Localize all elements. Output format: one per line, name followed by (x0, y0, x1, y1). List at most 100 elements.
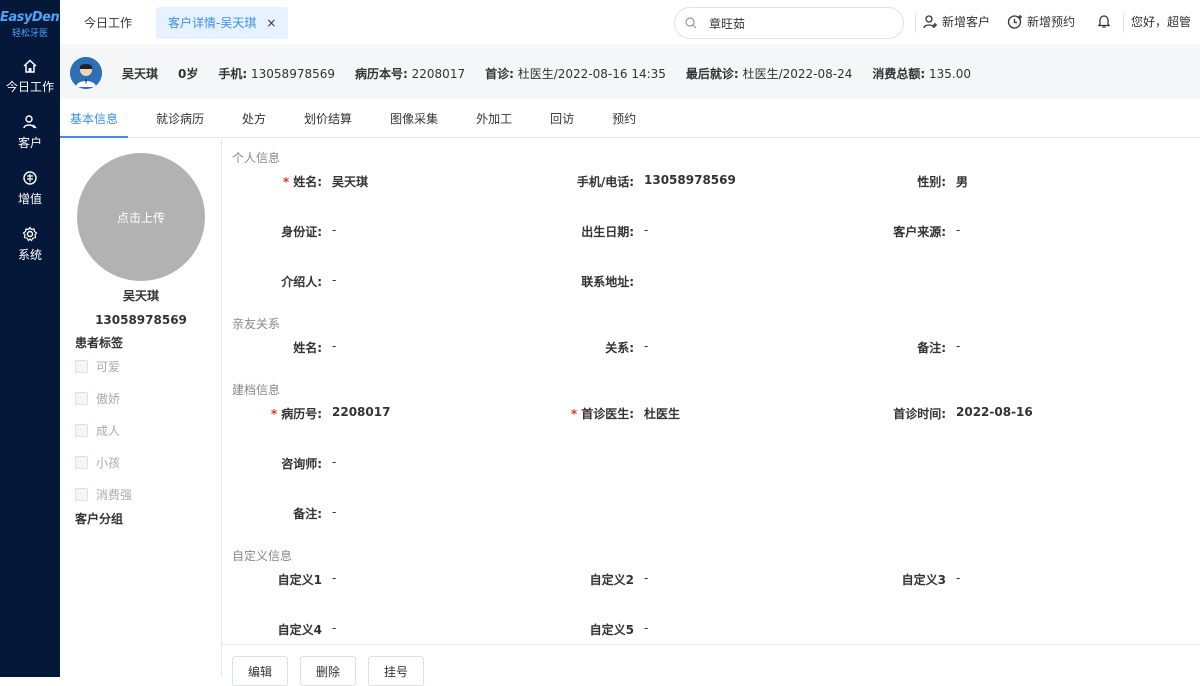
field-value: - (644, 571, 649, 585)
checkbox[interactable] (75, 456, 88, 469)
sidebar-item-today[interactable]: 今日工作 (0, 48, 60, 104)
patient-age: 0岁 (178, 66, 199, 81)
field-label: 自定义5 (589, 623, 634, 637)
tab-customer-detail[interactable]: 客户详情-吴天琪 × (156, 6, 289, 39)
bell-icon (1097, 15, 1111, 28)
field-value: - (332, 455, 337, 469)
first-visit-value: 杜医生/2022-08-16 14:35 (517, 66, 666, 81)
field-first-visit-time: 首诊时间: 2022-08-16 (856, 405, 1033, 422)
divider (915, 13, 916, 33)
sidebar-item-system[interactable]: 系统 (0, 216, 60, 272)
user-icon (23, 114, 37, 128)
add-user-icon (923, 14, 937, 28)
field-label: 首诊时间: (893, 407, 946, 421)
tab-basic-info[interactable]: 基本信息 (60, 100, 129, 138)
tab-follow-up[interactable]: 回访 (540, 100, 584, 138)
register-button[interactable]: 挂号 (368, 656, 424, 686)
notification-button[interactable] (1096, 13, 1116, 29)
sidebar-item-label: 今日工作 (5, 79, 54, 94)
field-relation: 关系: - (544, 339, 648, 356)
section-personal: 个人信息 (232, 151, 281, 165)
delete-button[interactable]: 删除 (300, 656, 356, 686)
tag-checkbox[interactable]: 可爱 (75, 358, 120, 375)
search-box[interactable] (674, 7, 904, 39)
greeting[interactable]: 您好，超管 (1131, 13, 1191, 30)
field-label: 手机/电话: (576, 175, 634, 189)
search-input[interactable] (709, 16, 879, 30)
checkbox[interactable] (75, 488, 88, 501)
group-title: 客户分组 (75, 512, 124, 526)
field-label: 自定义3 (901, 573, 946, 587)
field-filing-note: 备注: - (232, 505, 336, 522)
tab-appointments[interactable]: 预约 (602, 100, 646, 138)
new-appointment-button[interactable]: 新增预约 (1007, 13, 1075, 30)
field-label: 病历号: (281, 407, 322, 421)
new-customer-label: 新增客户 (942, 15, 991, 29)
tag-checkbox[interactable]: 小孩 (75, 454, 120, 471)
avatar (70, 57, 102, 89)
tab-visit-records[interactable]: 就诊病历 (146, 100, 214, 138)
patient-phone: 手机: 13058978569 (218, 65, 335, 82)
field-custom5: 自定义5- (544, 621, 649, 638)
field-value: - (332, 339, 337, 353)
checkbox[interactable] (75, 360, 88, 373)
last-visit-label: 最后就诊: (685, 66, 739, 81)
field-address: 联系地址: (544, 273, 644, 290)
total-value: 135.00 (929, 66, 971, 81)
section-custom: 自定义信息 (232, 549, 293, 563)
tab-today[interactable]: 今日工作 (72, 7, 144, 39)
checkbox[interactable] (75, 392, 88, 405)
tag-checkbox[interactable]: 成人 (75, 422, 120, 439)
search-icon (685, 17, 697, 29)
profile-phone: 13058978569 (95, 313, 187, 327)
add-clock-icon (1007, 14, 1022, 29)
patient-record-number: 病历本号: 2208017 (355, 65, 465, 82)
patient-first-visit: 首诊: 杜医生/2022-08-16 14:35 (485, 65, 666, 82)
field-label: 客户来源: (893, 225, 946, 239)
edit-button[interactable]: 编辑 (232, 656, 288, 686)
new-customer-button[interactable]: 新增客户 (922, 13, 990, 30)
field-value: - (644, 223, 649, 237)
sidebar-item-label: 系统 (17, 247, 42, 262)
field-source: 客户来源: - (856, 223, 960, 240)
field-value: - (332, 273, 337, 287)
tab-billing[interactable]: 划价结算 (294, 100, 362, 138)
sidebar-item-value[interactable]: 增值 (0, 160, 60, 216)
logo-text: EasyDent (0, 10, 65, 25)
tag-label: 消费强 (96, 488, 133, 502)
tag-checkbox[interactable]: 消费强 (75, 486, 132, 503)
field-value: 2208017 (332, 405, 391, 419)
field-custom4: 自定义4- (232, 621, 337, 638)
field-custom2: 自定义2- (544, 571, 649, 588)
field-label: 关系: (605, 341, 634, 355)
field-label: 自定义4 (277, 623, 322, 637)
tab-prescription[interactable]: 处方 (232, 100, 276, 138)
checkbox[interactable] (75, 424, 88, 437)
field-value: - (956, 223, 961, 237)
sidebar-item-label: 客户 (17, 135, 42, 150)
first-visit-label: 首诊: (485, 66, 514, 81)
doctor-avatar-icon (70, 57, 102, 89)
field-label: 自定义2 (589, 573, 634, 587)
basic-info-form: 个人信息 * 姓名: 吴天琪 手机/电话: 13058978569 性别: 男 身份证:… (222, 139, 1200, 644)
field-label: 出生日期: (581, 225, 634, 239)
close-icon[interactable]: × (266, 7, 276, 39)
tag-checkbox[interactable]: 傲娇 (75, 390, 120, 407)
logo-subtitle: 轻松牙医 (11, 29, 48, 39)
field-value: - (332, 571, 337, 585)
profile-panel: 点击上传 吴天琪 13058978569 患者标签 可爱 傲娇 成人 小孩 消费… (60, 139, 222, 677)
patient-last-visit: 最后就诊: 杜医生/2022-08-24 (686, 65, 852, 82)
patient-summary-bar: 吴天琪 0岁 手机: 13058978569 病历本号: 2208017 首诊:… (60, 47, 1200, 99)
field-label: 咨询师: (281, 457, 322, 471)
tab-outsourcing[interactable]: 外加工 (466, 100, 522, 138)
field-value: - (644, 339, 649, 353)
sidebar-item-customer[interactable]: 客户 (0, 104, 60, 160)
patient-name: 吴天琪 (122, 66, 159, 81)
field-custom1: 自定义1- (232, 571, 337, 588)
logo[interactable]: EasyDent 轻松牙医 (0, 0, 65, 48)
field-label: 备注: (293, 507, 322, 521)
field-birth-date: 出生日期: - (544, 223, 648, 240)
tab-images[interactable]: 图像采集 (380, 100, 448, 138)
avatar-upload[interactable]: 点击上传 (77, 153, 205, 281)
field-value: 13058978569 (644, 173, 736, 187)
